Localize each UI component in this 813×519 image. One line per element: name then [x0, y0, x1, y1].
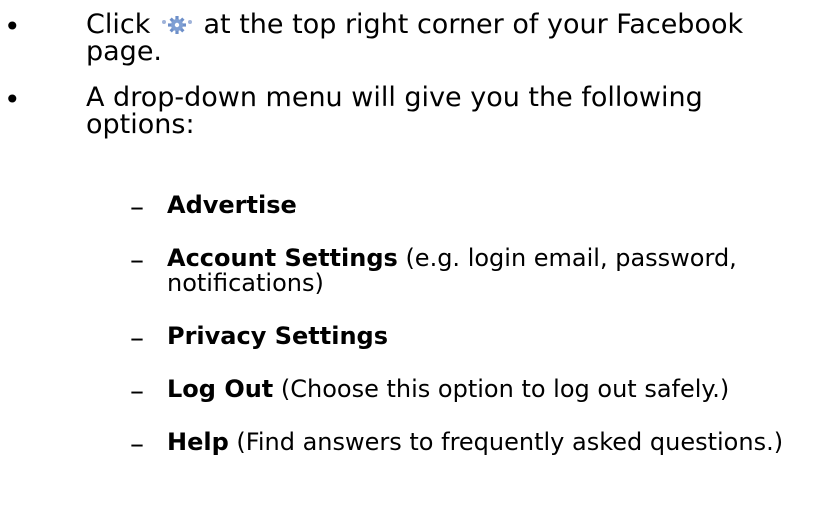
option-label: Help — [167, 428, 229, 456]
slide: • Click at the top right corner of your … — [0, 0, 813, 519]
bullet-text-click-gear: Click at the top right corner of your Fa… — [86, 11, 806, 65]
dash-marker: – — [130, 321, 144, 354]
option-advertise: Advertise — [167, 193, 807, 218]
gear-icon — [160, 13, 194, 35]
option-description: (Choose this option to log out safely.) — [273, 375, 730, 403]
option-description: (Find answers to frequently asked questi… — [228, 428, 784, 456]
dash-marker: – — [130, 243, 144, 276]
option-label: Advertise — [167, 191, 297, 219]
option-privacy-settings: Privacy Settings — [167, 324, 807, 349]
option-log-out: Log Out (Choose this option to log out s… — [167, 377, 807, 402]
bullet-marker: • — [4, 83, 21, 116]
bullet-text-dropdown-menu: A drop-down menu will give you the follo… — [86, 82, 703, 140]
option-label: Account Settings — [167, 244, 398, 272]
option-label: Privacy Settings — [167, 322, 389, 350]
option-help: Help (Find answers to frequently asked q… — [167, 430, 807, 455]
dash-marker: – — [130, 190, 144, 223]
option-label: Log Out — [167, 375, 274, 403]
dash-marker: – — [130, 374, 144, 407]
dash-marker: – — [130, 427, 144, 460]
bullet-marker: • — [4, 10, 21, 43]
option-account-settings: Account Settings (e.g. login email, pass… — [167, 246, 807, 296]
